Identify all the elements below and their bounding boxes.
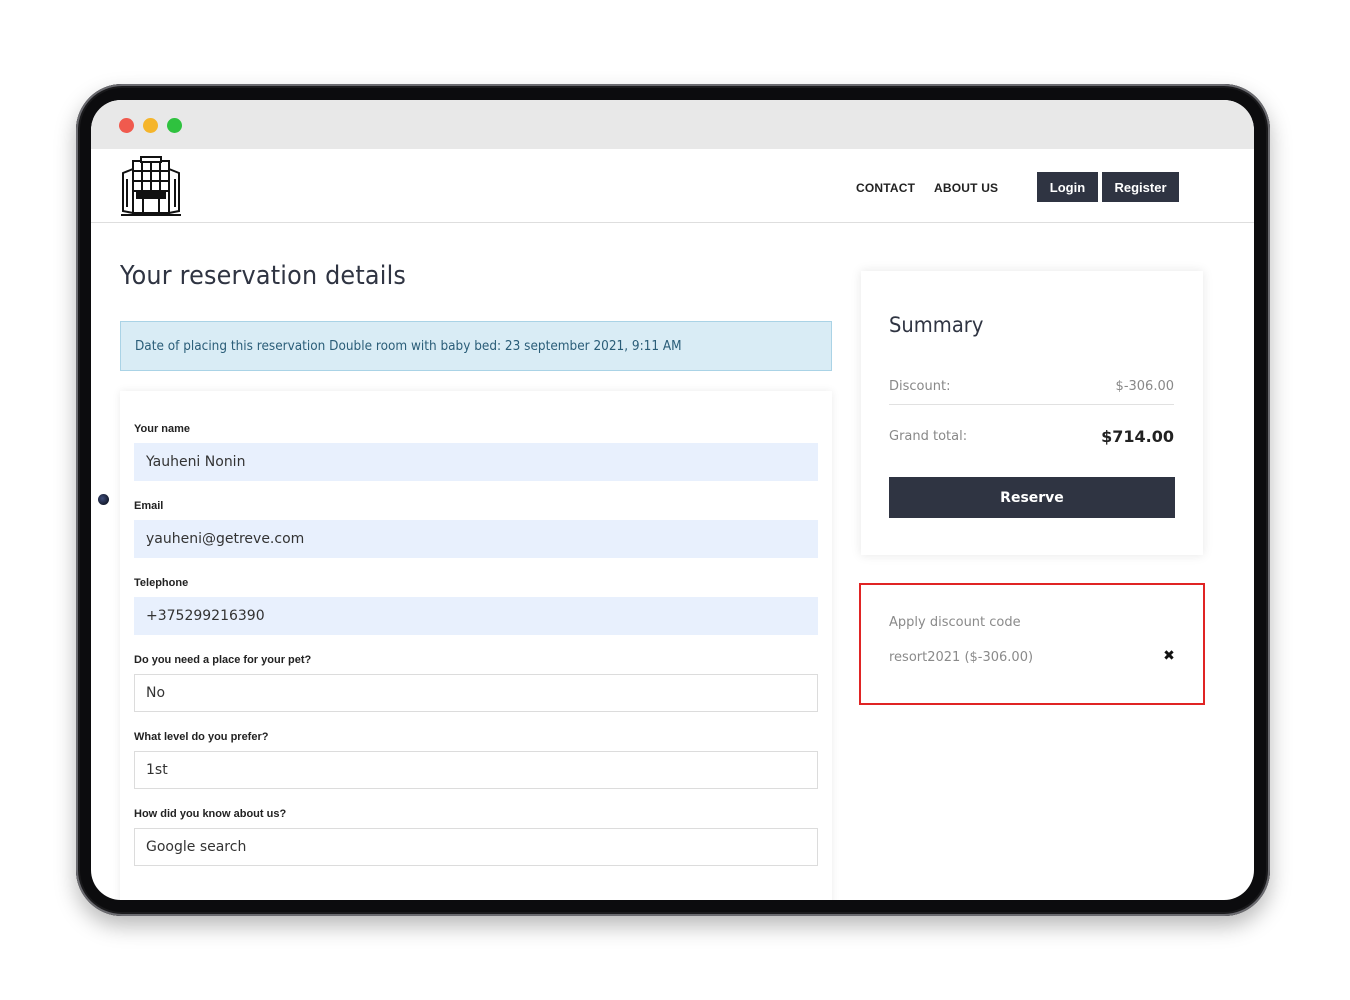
grand-total-label: Grand total: [889, 428, 968, 444]
hotel-logo-icon[interactable] [119, 155, 183, 219]
source-input[interactable]: Google search [134, 828, 818, 866]
telephone-label: Telephone [134, 577, 189, 589]
site-header: CONTACT ABOUT US Login Register [91, 149, 1254, 223]
minimize-window-button[interactable] [143, 118, 158, 133]
telephone-field-group: Telephone +375299216390 [134, 575, 818, 635]
level-field-group: What level do you prefer? 1st [134, 729, 818, 789]
pet-field-group: Do you need a place for your pet? No [134, 652, 818, 712]
level-label: What level do you prefer? [134, 731, 269, 743]
email-field-group: Email yauheni@getreve.com [134, 498, 818, 558]
discount-code-title: Apply discount code [889, 615, 1021, 630]
pet-input[interactable]: No [134, 674, 818, 712]
nav-contact-link[interactable]: CONTACT [856, 181, 915, 195]
discount-row: Discount: $-306.00 [889, 369, 1174, 405]
nav-about-link[interactable]: ABOUT US [934, 181, 998, 195]
email-input[interactable]: yauheni@getreve.com [134, 520, 818, 558]
maximize-window-button[interactable] [167, 118, 182, 133]
login-button[interactable]: Login [1037, 172, 1098, 202]
discount-code-box: Apply discount code resort2021 ($-306.00… [859, 583, 1205, 705]
source-field-group: How did you know about us? Google search [134, 806, 818, 866]
window-titlebar [91, 100, 1254, 149]
name-label: Your name [134, 423, 191, 435]
discount-label: Discount: [889, 379, 951, 394]
alert-text: Date of placing this reservation Double … [135, 338, 682, 354]
grand-total-value: $714.00 [1101, 426, 1174, 446]
source-label: How did you know about us? [134, 808, 287, 820]
reservation-date-alert: Date of placing this reservation Double … [120, 321, 832, 371]
reserve-button[interactable]: Reserve [889, 477, 1175, 518]
page-title: Your reservation details [120, 261, 407, 291]
summary-card: Summary Discount: $-306.00 Grand total: … [861, 271, 1203, 555]
reservation-form: Your name Yauheni Nonin Email yauheni@ge… [120, 391, 832, 900]
camera-icon [98, 494, 109, 505]
pet-label: Do you need a place for your pet? [134, 654, 312, 666]
telephone-input[interactable]: +375299216390 [134, 597, 818, 635]
email-label: Email [134, 500, 164, 512]
name-field-group: Your name Yauheni Nonin [134, 421, 818, 481]
close-icon[interactable]: ✖ [1161, 648, 1177, 664]
register-button[interactable]: Register [1102, 172, 1179, 202]
level-input[interactable]: 1st [134, 751, 818, 789]
summary-title: Summary [889, 313, 984, 337]
name-input[interactable]: Yauheni Nonin [134, 443, 818, 481]
grand-total-row: Grand total: $714.00 [889, 421, 1174, 451]
close-window-button[interactable] [119, 118, 134, 133]
discount-value: $-306.00 [1115, 379, 1174, 394]
browser-window: CONTACT ABOUT US Login Register Your res… [91, 100, 1254, 900]
applied-discount-code: resort2021 ($-306.00) [889, 650, 1034, 665]
